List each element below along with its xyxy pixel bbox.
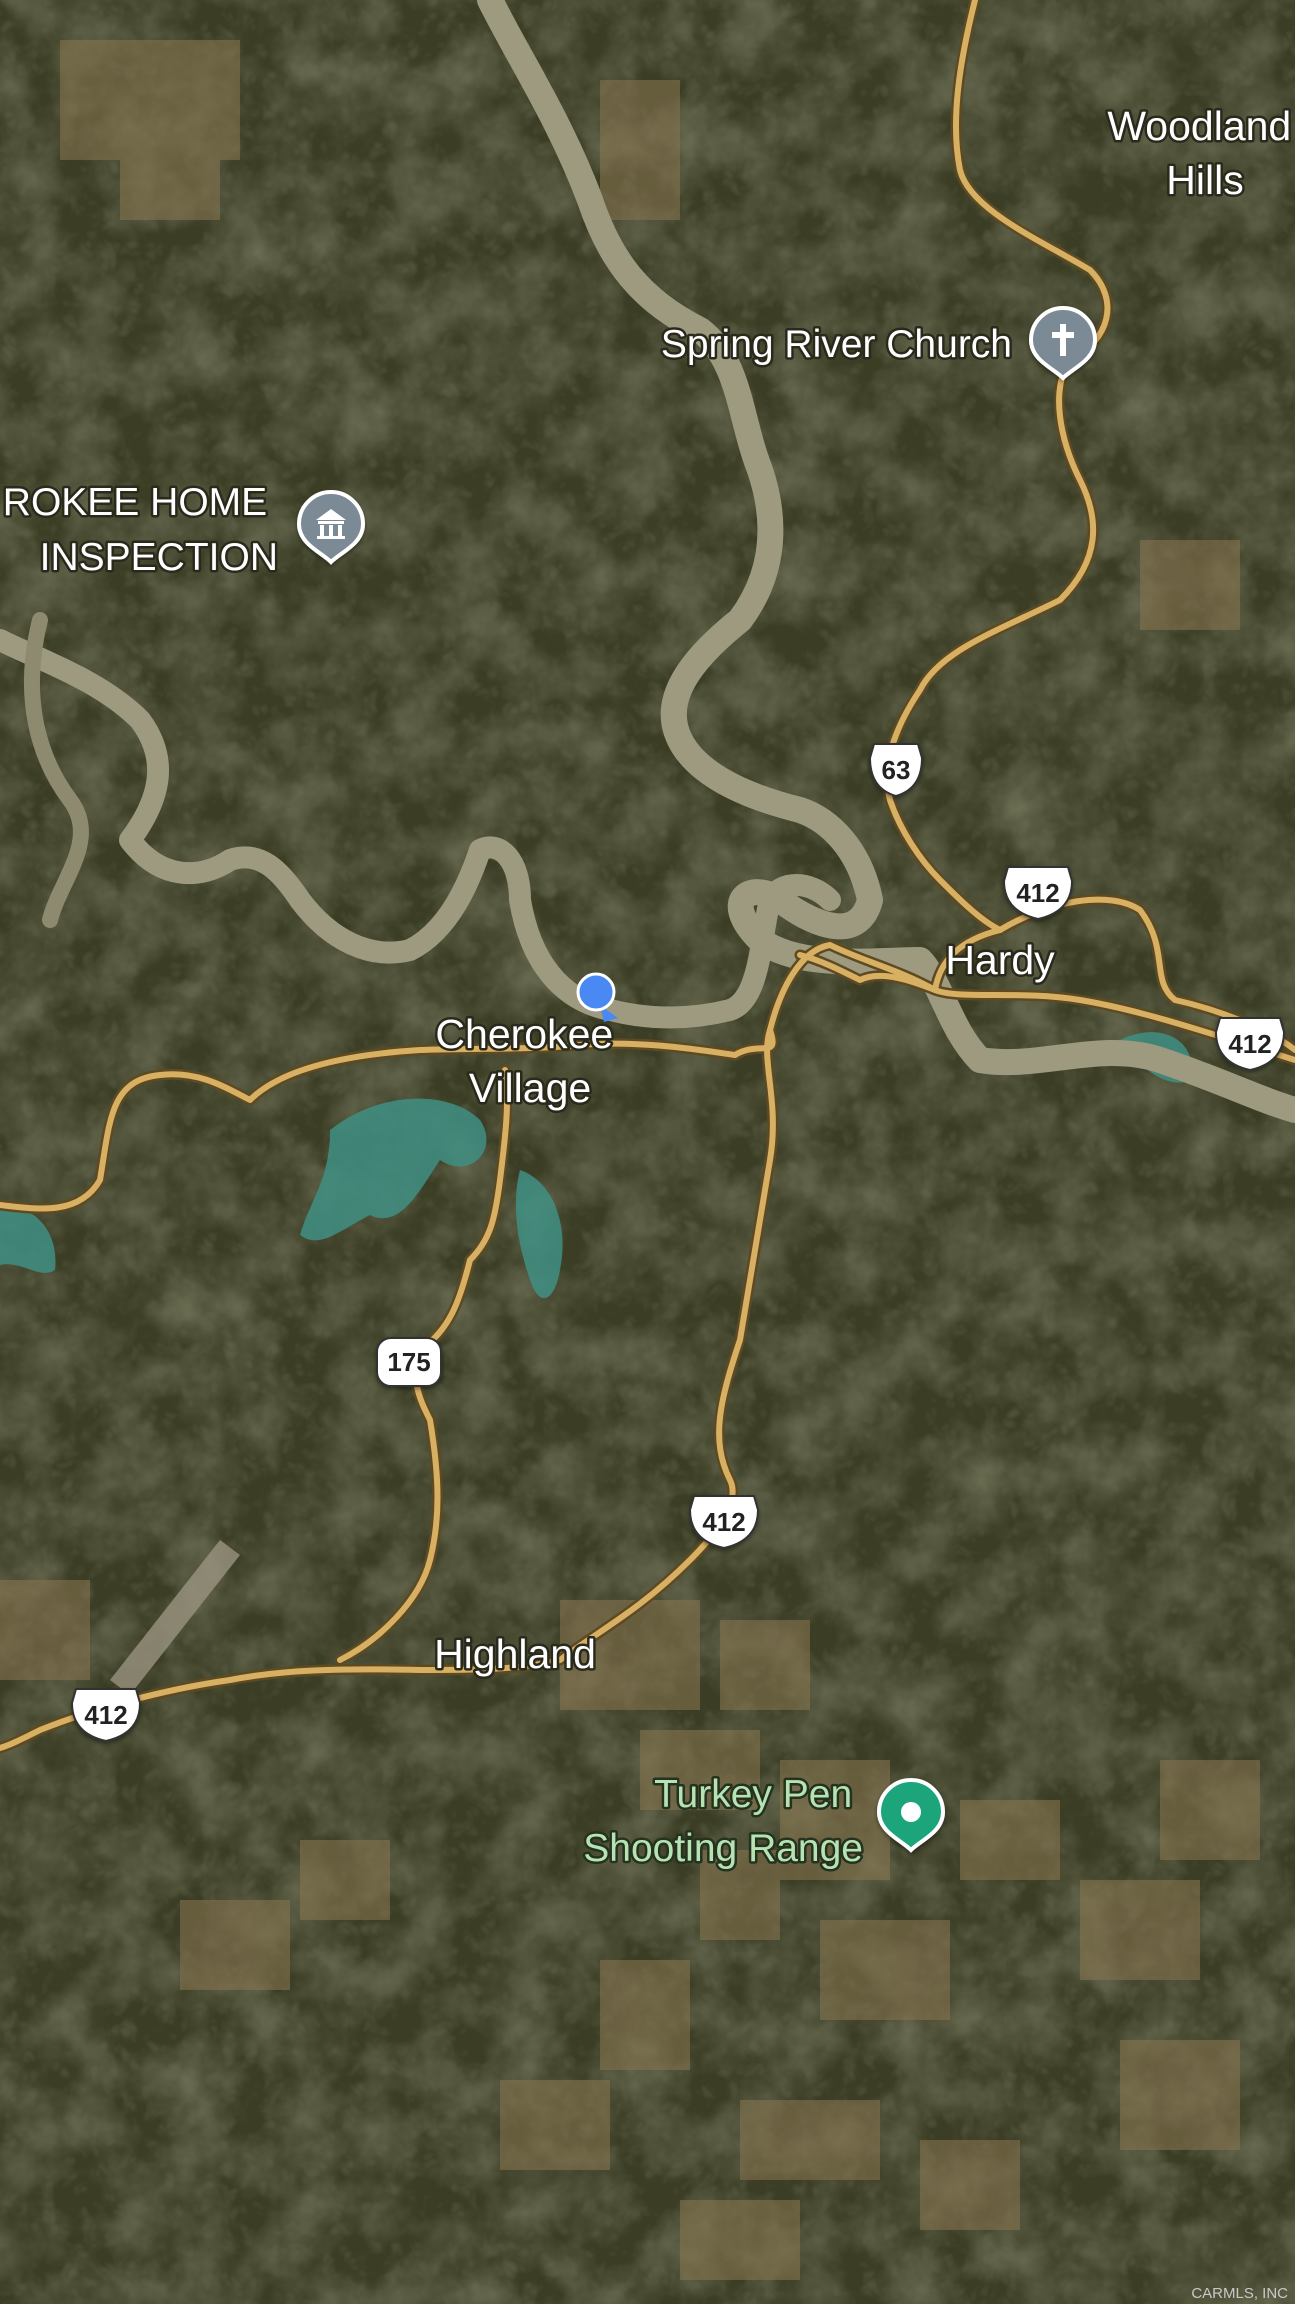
- map-credit: CARMLS, INC: [1191, 2285, 1288, 2302]
- satellite-map[interactable]: Woodland Hills Hardy Cherokee Village Hi…: [0, 0, 1295, 2304]
- poi-label-spring-river-church[interactable]: Spring River Church: [658, 321, 1014, 369]
- place-label-hardy: Hardy: [945, 937, 1055, 983]
- place-label-highland: Highland: [434, 1631, 596, 1677]
- svg-text:412: 412: [84, 1700, 127, 1730]
- route-shield-ar175[interactable]: 175: [376, 1337, 442, 1387]
- svg-text:175: 175: [387, 1347, 430, 1377]
- svg-text:412: 412: [1228, 1029, 1271, 1059]
- svg-text:412: 412: [702, 1507, 745, 1537]
- svg-text:412: 412: [1016, 878, 1059, 908]
- location-dot-icon: [576, 972, 616, 1012]
- svg-text:63: 63: [882, 755, 911, 785]
